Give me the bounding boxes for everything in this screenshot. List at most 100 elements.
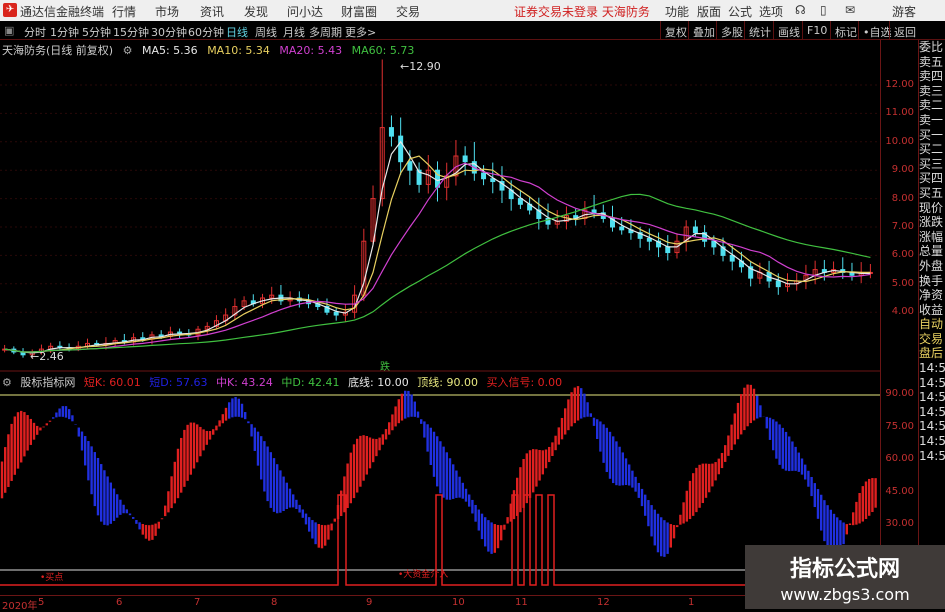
chart-canvas[interactable]: ←12.90 ←2.46 跌 •买点 •大资金介入 — [0, 40, 880, 595]
quote-field-label[interactable]: 买一 — [919, 128, 945, 143]
quote-field-label[interactable]: 涨幅 — [919, 230, 945, 245]
overlay-button[interactable]: 叠加 — [688, 21, 719, 40]
message-icon[interactable]: ✉ — [845, 3, 855, 17]
settings-icon[interactable]: ⚙ — [123, 44, 133, 57]
quote-field-label[interactable]: 委比 — [919, 40, 945, 55]
quote-field-label[interactable]: 卖三 — [919, 84, 945, 99]
ma5-value: MA5: 5.36 — [141, 44, 198, 57]
quote-field-label[interactable]: 14:50 — [919, 405, 945, 420]
menu-xiaoda[interactable]: 问小达 — [287, 3, 323, 20]
phone-icon[interactable]: ▯ — [820, 3, 827, 17]
quote-field-label[interactable]: 交易 — [919, 332, 945, 347]
menu-quotes[interactable]: 行情 — [112, 3, 136, 20]
period-weekly[interactable]: 周线 — [255, 24, 277, 40]
login-notice[interactable]: 证券交易未登录 天海防务 — [514, 3, 650, 20]
quote-field-label[interactable]: 净资 — [919, 288, 945, 303]
quote-field-label[interactable]: 14:50 — [919, 434, 945, 449]
menu-trade[interactable]: 交易 — [396, 3, 420, 20]
month-tick: 6 — [116, 597, 123, 608]
menu-market[interactable]: 市场 — [155, 3, 179, 20]
quote-field-label[interactable]: 涨跌 — [919, 215, 945, 230]
month-tick: 8 — [271, 597, 278, 608]
support-icon[interactable]: ☊ — [795, 3, 806, 17]
period-1min[interactable]: 1分钟 — [50, 24, 79, 40]
quote-field-label[interactable]: 卖五 — [919, 55, 945, 70]
menu-discover[interactable]: 发现 — [244, 3, 268, 20]
period-monthly[interactable]: 月线 — [283, 24, 305, 40]
candle-body — [619, 226, 625, 231]
candle-body — [665, 246, 671, 254]
quote-field-label[interactable]: 盘后 — [919, 346, 945, 361]
period-15min[interactable]: 15分钟 — [113, 24, 149, 40]
indicator-tick: 75.00 — [885, 421, 914, 432]
mark-button[interactable]: 标记 — [830, 21, 861, 40]
quote-field-label[interactable]: 卖一 — [919, 113, 945, 128]
short-k-value: 短K: 60.01 — [83, 376, 141, 389]
candle-body — [388, 127, 394, 137]
menu-layout[interactable]: 版面 — [697, 3, 721, 20]
watermark-title: 指标公式网 — [789, 557, 900, 582]
indicator-tick: 90.00 — [885, 388, 914, 399]
price-tick: 4.00 — [891, 306, 914, 317]
adjust-button[interactable]: 复权 — [660, 21, 691, 40]
menu-formula[interactable]: 公式 — [728, 3, 752, 20]
price-tick: 6.00 — [891, 249, 914, 260]
ma20-value: MA20: 5.43 — [279, 44, 343, 57]
quote-field-label[interactable]: 买五 — [919, 186, 945, 201]
high-price-label: ←12.90 — [400, 60, 441, 73]
quote-field-label[interactable]: 总量 — [919, 244, 945, 259]
user-label[interactable]: 游客 — [892, 3, 916, 20]
big-fund-label: •大资金介入 — [398, 568, 448, 580]
quote-field-label[interactable]: 买三 — [919, 157, 945, 172]
mid-d-value: 中D: 42.41 — [281, 376, 340, 389]
quote-field-label[interactable]: 现价 — [919, 201, 945, 216]
menu-news[interactable]: 资讯 — [200, 3, 224, 20]
menu-options[interactable]: 选项 — [759, 3, 783, 20]
quote-field-label[interactable]: 外盘 — [919, 259, 945, 274]
back-button[interactable]: 返回 — [889, 21, 920, 40]
quote-field-label[interactable]: 14:50 — [919, 419, 945, 434]
period-more[interactable]: 更多> — [345, 24, 376, 40]
stats-button[interactable]: 统计 — [744, 21, 775, 40]
period-5min[interactable]: 5分钟 — [82, 24, 111, 40]
menu-wealth[interactable]: 财富圈 — [341, 3, 377, 20]
period-fenshi[interactable]: 分时 — [24, 24, 46, 40]
watermark: 指标公式网 www.zbgs3.com — [745, 545, 945, 609]
quote-field-label[interactable]: 卖四 — [919, 69, 945, 84]
month-tick: 9 — [366, 597, 373, 608]
indicator-legend: ⚙ 股标指标网 短K: 60.01 短D: 57.63 中K: 43.24 中D… — [2, 374, 567, 390]
draw-button[interactable]: 画线 — [773, 21, 804, 40]
bottom-line-value: 底线: 10.00 — [348, 376, 409, 389]
period-30min[interactable]: 30分钟 — [151, 24, 187, 40]
quote-field-label[interactable]: 收益 — [919, 303, 945, 318]
price-tick: 12.00 — [885, 79, 914, 90]
indicator-name[interactable]: 股标指标网 — [20, 376, 75, 389]
period-daily[interactable]: 日线 — [226, 24, 248, 40]
buy-signal-value: 买入信号: 0.00 — [486, 376, 563, 389]
mid-k-value: 中K: 43.24 — [215, 376, 273, 389]
app-logo-icon: ✈ — [3, 3, 17, 17]
period-60min[interactable]: 60分钟 — [188, 24, 224, 40]
quote-field-label[interactable]: 卖二 — [919, 98, 945, 113]
quote-field-label[interactable]: 换手 — [919, 274, 945, 289]
quote-field-label[interactable]: 14:50 — [919, 390, 945, 405]
top-line-value: 顶线: 90.00 — [417, 376, 478, 389]
ma10-value: MA10: 5.34 — [207, 44, 270, 57]
quote-field-label[interactable]: 买二 — [919, 142, 945, 157]
period-multi[interactable]: 多周期 — [309, 24, 342, 40]
f10-button[interactable]: F10 — [802, 21, 831, 40]
candle-body — [462, 155, 468, 163]
fall-marker: 跌 — [380, 360, 390, 373]
price-tick: 8.00 — [891, 193, 914, 204]
multi-stock-button[interactable]: 多股 — [716, 21, 747, 40]
quote-field-label[interactable]: 买四 — [919, 171, 945, 186]
quote-field-label[interactable]: 14:50 — [919, 376, 945, 391]
menu-function[interactable]: 功能 — [665, 3, 689, 20]
quote-field-label[interactable]: 自动 — [919, 317, 945, 332]
quote-field-label[interactable]: 14:50 — [919, 361, 945, 376]
short-d-value: 短D: 57.63 — [149, 376, 208, 389]
settings-icon[interactable]: ⚙ — [2, 376, 12, 389]
panel-toggle-icon[interactable]: ▣ — [4, 24, 14, 37]
quote-field-label[interactable]: 14:50 — [919, 449, 945, 464]
candle-body — [333, 311, 339, 316]
